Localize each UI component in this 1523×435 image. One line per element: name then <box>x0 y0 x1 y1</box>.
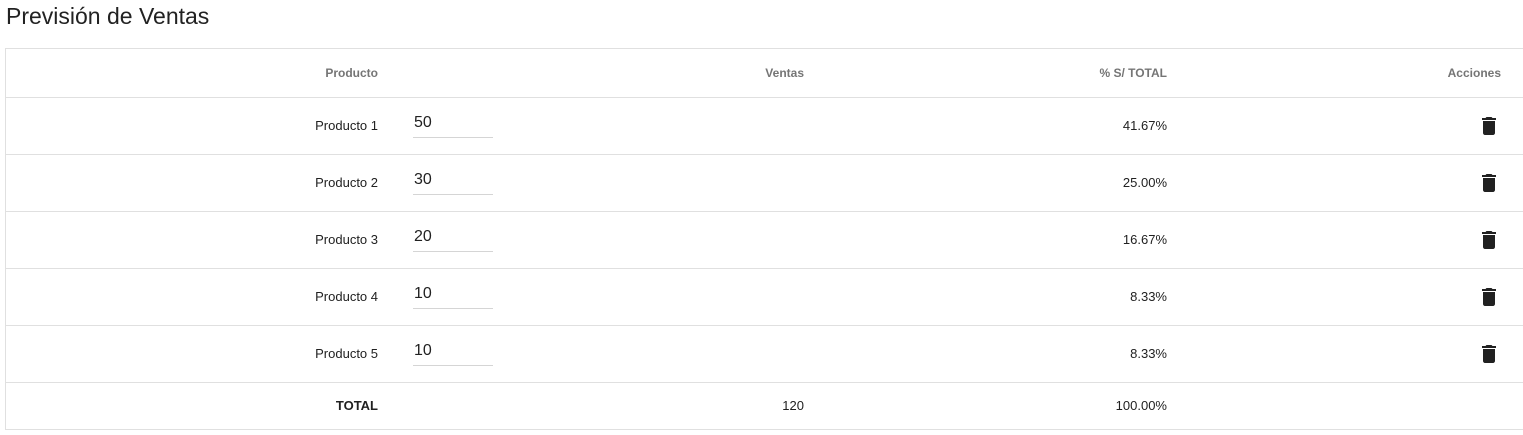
delete-button[interactable] <box>1477 228 1501 252</box>
trash-icon <box>1482 116 1496 135</box>
total-row: TOTAL 120 100.00% <box>6 382 1523 429</box>
column-header-sales: Ventas <box>493 49 804 98</box>
total-label: TOTAL <box>335 398 378 414</box>
trash-icon <box>1482 173 1496 192</box>
sales-input[interactable] <box>413 223 493 252</box>
trash-icon <box>1482 287 1496 306</box>
product-name: Producto 2 <box>315 175 378 190</box>
percent-value: 8.33% <box>1130 289 1167 304</box>
total-percent: 100.00% <box>1115 398 1167 414</box>
product-name: Producto 4 <box>315 289 378 304</box>
table-row: Producto 5 8.33% <box>6 325 1523 382</box>
delete-button[interactable] <box>1477 171 1501 195</box>
delete-button[interactable] <box>1477 285 1501 309</box>
percent-value: 25.00% <box>1122 175 1167 190</box>
percent-value: 41.67% <box>1122 118 1167 133</box>
sales-input[interactable] <box>413 280 493 309</box>
column-header-percent: % S/ TOTAL <box>804 49 1167 98</box>
product-name: Producto 5 <box>315 346 378 361</box>
page-title: Previsión de Ventas <box>6 3 210 29</box>
total-sales: 120 <box>782 398 804 414</box>
table-row: Producto 4 8.33% <box>6 268 1523 325</box>
product-name: Producto 3 <box>315 232 378 247</box>
product-name: Producto 1 <box>315 118 378 133</box>
table-row: Producto 3 16.67% <box>6 211 1523 268</box>
delete-button[interactable] <box>1477 342 1501 366</box>
sales-forecast-table: Producto Ventas % S/ TOTAL Acciones Prod… <box>5 48 1523 430</box>
table-row: Producto 1 41.67% <box>6 97 1523 154</box>
trash-icon <box>1482 230 1496 249</box>
table-header-row: Producto Ventas % S/ TOTAL Acciones <box>6 49 1523 98</box>
table-row: Producto 2 25.00% <box>6 154 1523 211</box>
sales-input[interactable] <box>413 166 493 195</box>
column-header-product: Producto <box>6 49 378 98</box>
trash-icon <box>1482 344 1496 363</box>
sales-table: Producto Ventas % S/ TOTAL Acciones Prod… <box>6 49 1523 429</box>
percent-value: 16.67% <box>1122 232 1167 247</box>
sales-input[interactable] <box>413 337 493 366</box>
column-header-actions: Acciones <box>1167 49 1523 98</box>
sales-input[interactable] <box>413 109 493 138</box>
delete-button[interactable] <box>1477 114 1501 138</box>
percent-value: 8.33% <box>1130 346 1167 361</box>
